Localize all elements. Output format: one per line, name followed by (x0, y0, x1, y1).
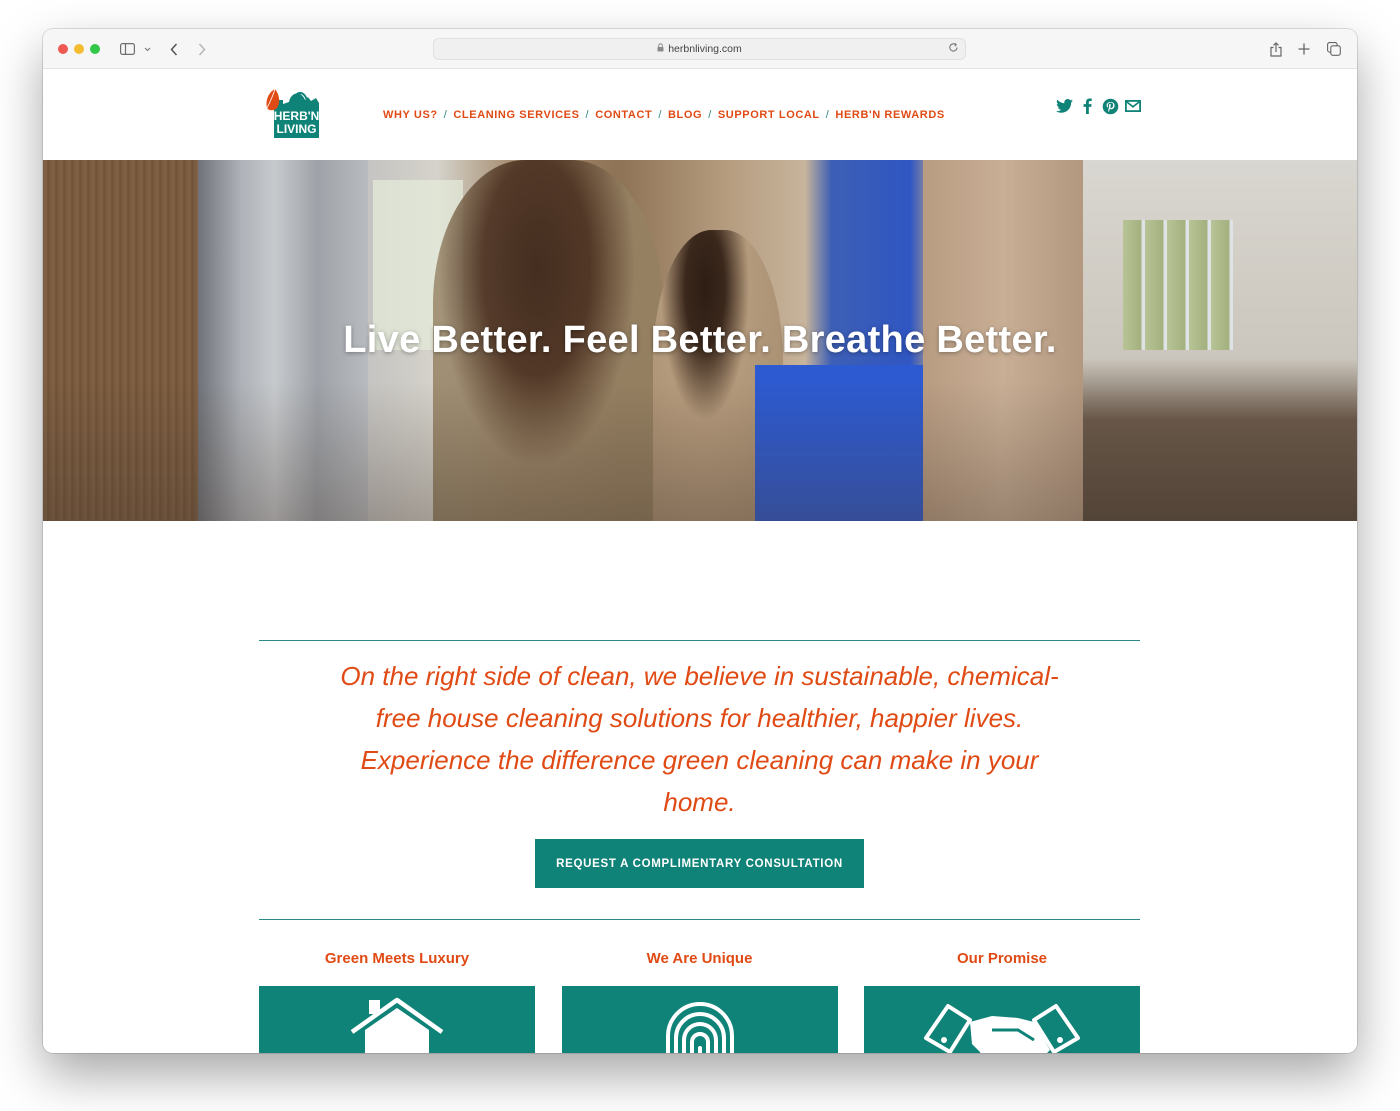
divider-bottom (259, 919, 1140, 920)
nav-cleaning-services[interactable]: CLEANING SERVICES (453, 109, 579, 121)
close-window-button[interactable] (58, 44, 68, 54)
main-nav: WHY US? / CLEANING SERVICES / CONTACT / … (383, 109, 945, 121)
feature-green-meets-luxury[interactable]: Green Meets Luxury (259, 950, 535, 1053)
handshake-icon (924, 1004, 1080, 1053)
logo-line-2: LIVING (276, 122, 316, 136)
logo-line-1: HERB'N (274, 109, 320, 123)
back-icon[interactable] (167, 40, 181, 58)
feature-tile[interactable] (561, 986, 838, 1053)
hero-image-shade (43, 381, 1357, 521)
site-header: HERB'N LIVING WHY US? / CLEANING SERVICE… (43, 70, 1357, 160)
feature-we-are-unique[interactable]: We Are Unique (561, 950, 838, 1053)
fingerprint-icon (665, 1002, 734, 1053)
hero-headline: Live Better. Feel Better. Breathe Better… (343, 319, 1057, 361)
social-links (1055, 97, 1142, 115)
feature-our-promise[interactable]: Our Promise (864, 950, 1140, 1053)
zoom-window-button[interactable] (90, 44, 100, 54)
nav-separator: / (825, 109, 830, 121)
nav-herbn-rewards[interactable]: HERB'N REWARDS (835, 109, 944, 121)
nav-why-us[interactable]: WHY US? (383, 109, 438, 121)
nav-separator: / (585, 109, 590, 121)
nav-blog[interactable]: BLOG (668, 109, 702, 121)
web-page: HERB'N LIVING WHY US? / CLEANING SERVICE… (43, 70, 1357, 1053)
pinterest-icon[interactable] (1101, 97, 1119, 115)
divider-top (259, 640, 1140, 641)
nav-support-local[interactable]: SUPPORT LOCAL (718, 109, 820, 121)
nav-contact[interactable]: CONTACT (595, 109, 652, 121)
nav-separator: / (443, 109, 448, 121)
url-text: herbnliving.com (668, 43, 742, 55)
feature-tile[interactable] (864, 986, 1140, 1053)
facebook-icon[interactable] (1078, 97, 1096, 115)
browser-toolbar: herbnliving.com (43, 29, 1357, 69)
new-tab-icon[interactable] (1297, 40, 1311, 58)
tabs-overview-icon[interactable] (1326, 40, 1342, 58)
address-bar[interactable]: herbnliving.com (433, 38, 966, 60)
chevron-down-icon[interactable] (142, 40, 152, 58)
hero-banner: Live Better. Feel Better. Breathe Better… (43, 160, 1357, 521)
house-leaf-icon (350, 997, 444, 1053)
feature-title: Our Promise (956, 950, 1048, 967)
intro-text: On the right side of clean, we believe i… (340, 661, 1059, 817)
request-consultation-button[interactable]: REQUEST A COMPLIMENTARY CONSULTATION (535, 839, 864, 888)
feature-tile[interactable] (259, 986, 535, 1053)
features-row: Green Meets Luxury We Are Unique Our Pro… (259, 950, 1140, 1053)
feature-title: Green Meets Luxury (324, 950, 470, 967)
share-icon[interactable] (1269, 40, 1283, 58)
forward-icon[interactable] (195, 40, 209, 58)
nav-separator: / (658, 109, 662, 121)
site-logo[interactable]: HERB'N LIVING (261, 86, 329, 144)
lock-icon (657, 43, 664, 55)
sidebar-icon[interactable] (119, 40, 135, 58)
reload-icon[interactable] (948, 42, 959, 56)
twitter-icon[interactable] (1055, 97, 1073, 115)
minimize-window-button[interactable] (74, 44, 84, 54)
intro-statement: On the right side of clean, we believe i… (259, 655, 1140, 823)
feature-title: We Are Unique (646, 950, 753, 967)
browser-window: herbnliving.com HERB'N LIVING WHY US? / … (43, 29, 1357, 1053)
nav-separator: / (708, 109, 712, 121)
email-icon[interactable] (1124, 97, 1142, 115)
